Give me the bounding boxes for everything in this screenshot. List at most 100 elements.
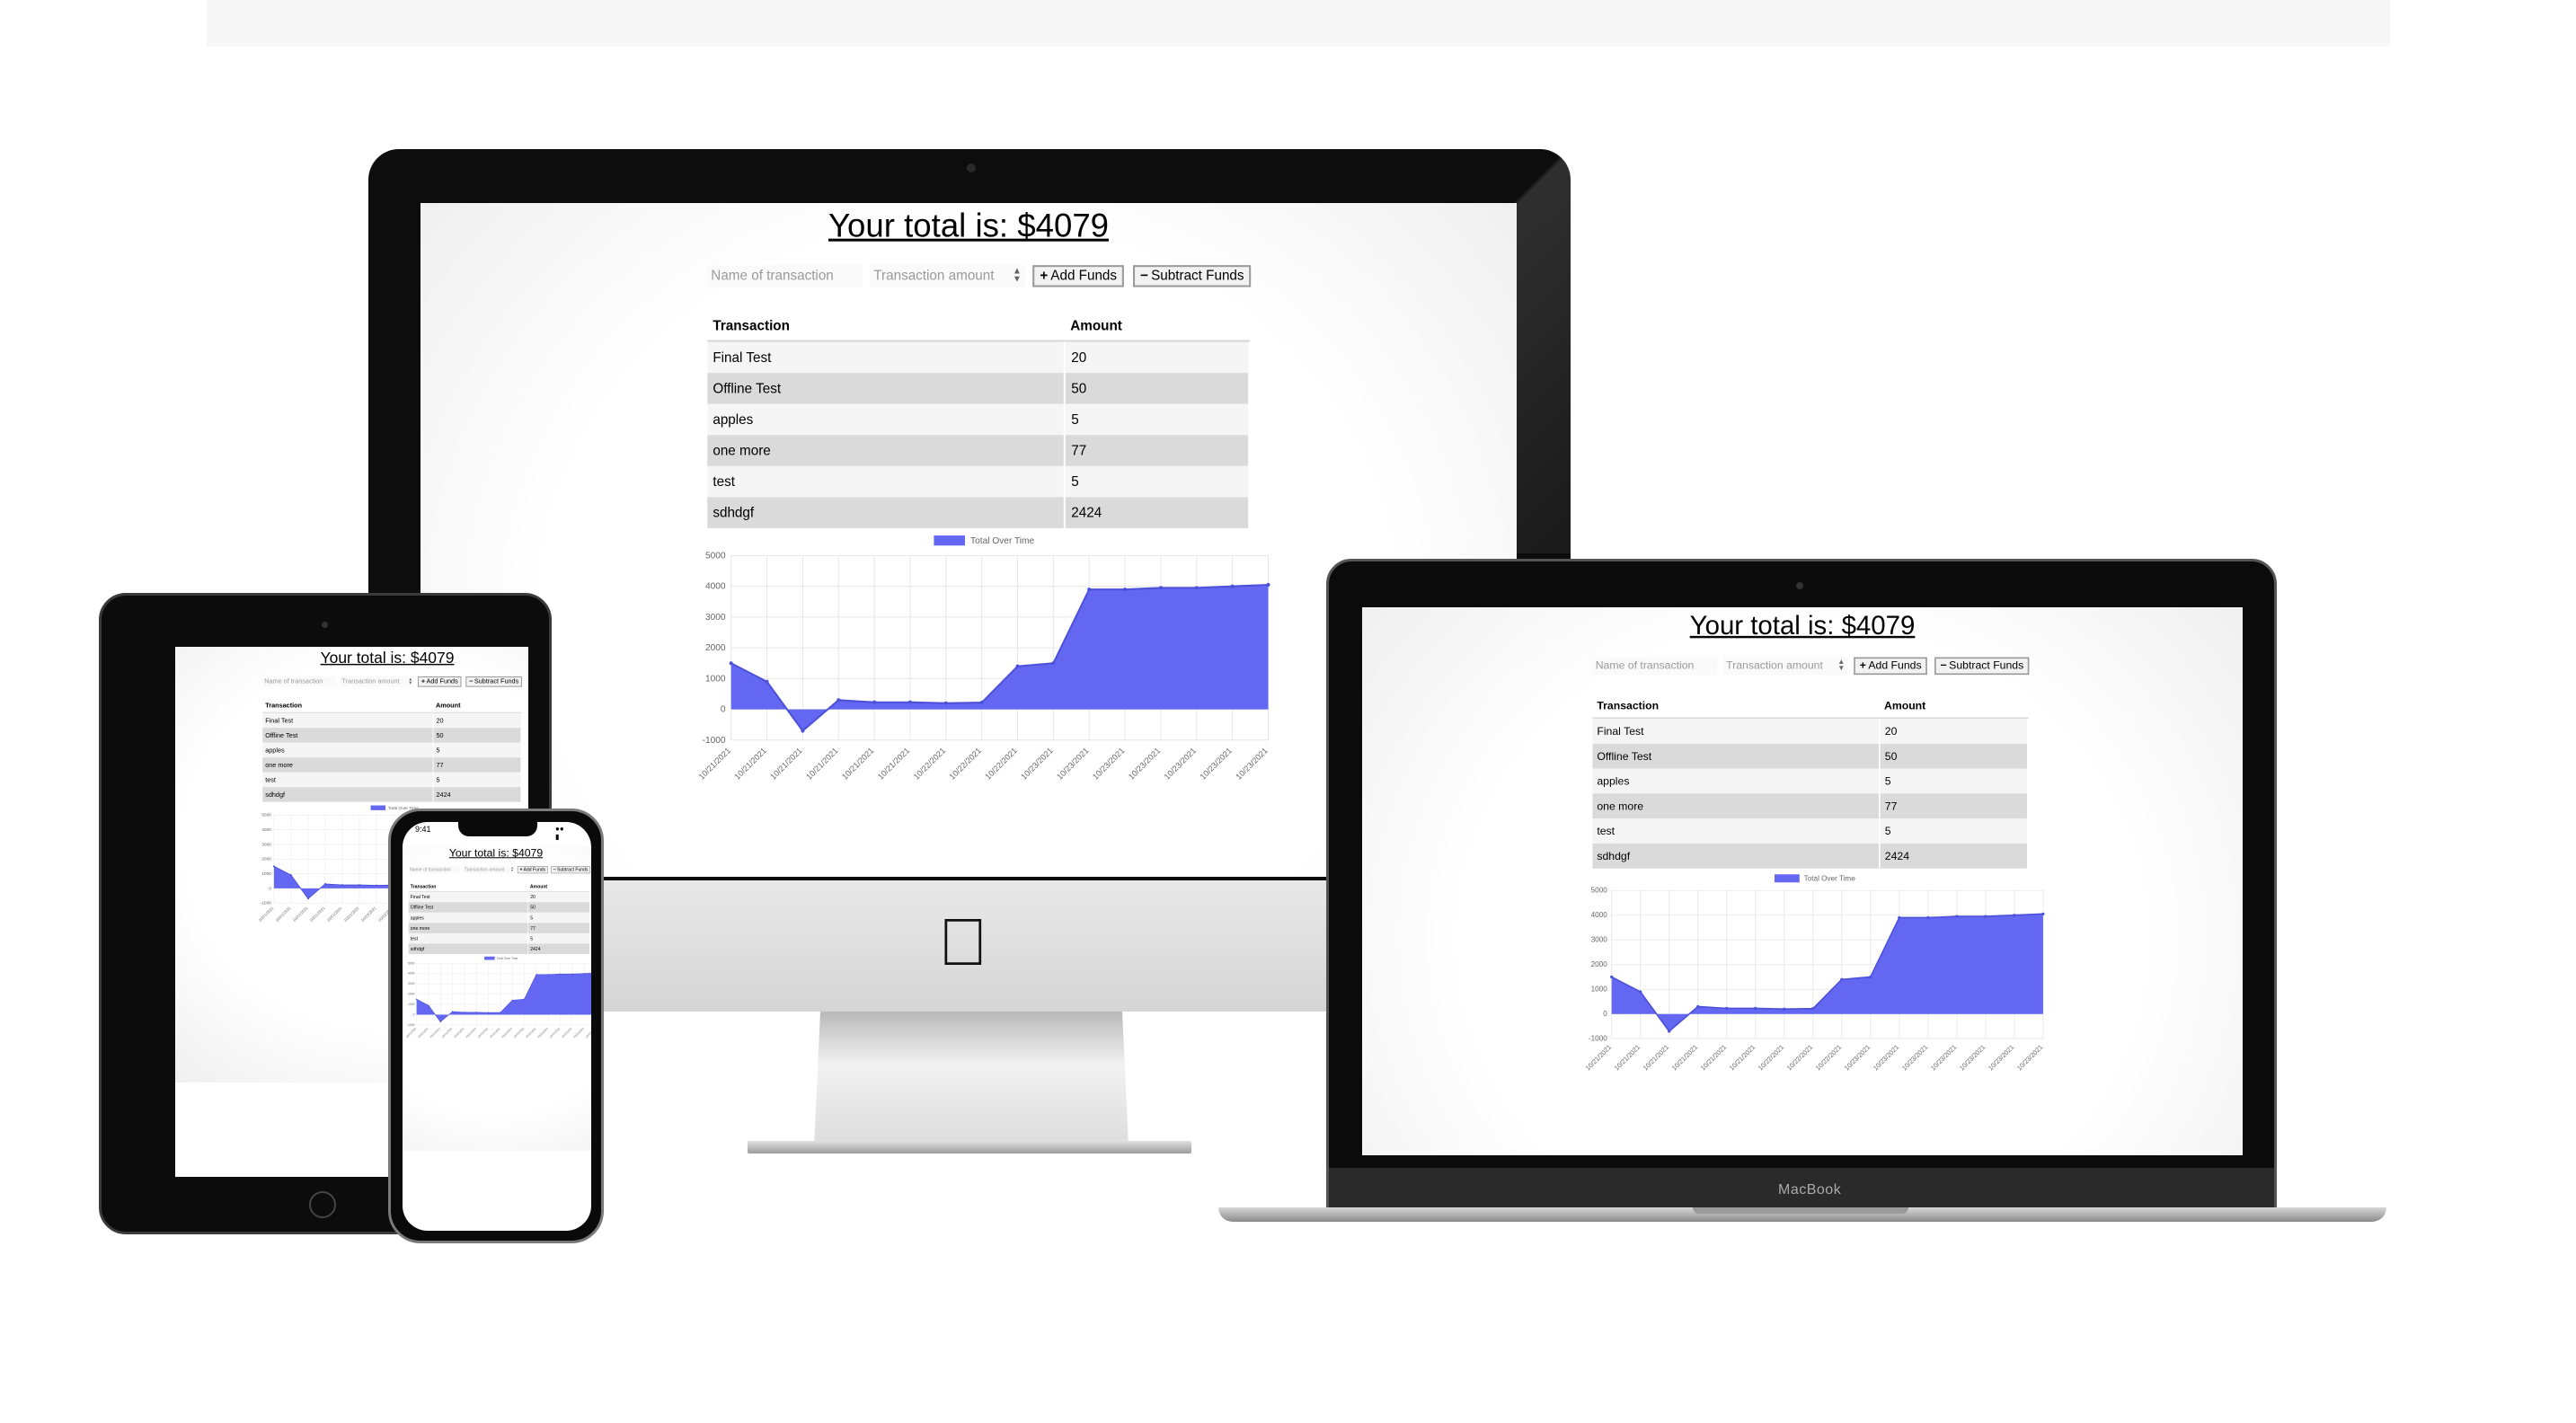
data-point[interactable] — [1230, 584, 1235, 588]
x-tick-label: 10/23/2021 — [572, 1027, 585, 1039]
total-over-time-chart: 5000 4000 3000 2000 1000 0 -1000 10/21/2021 10/2… — [1582, 870, 2045, 1090]
add-funds-button[interactable]: +Add Funds — [1854, 657, 1928, 676]
data-point[interactable] — [1926, 915, 1930, 920]
y-tick-label: 4000 — [408, 972, 415, 976]
data-point[interactable] — [428, 1004, 429, 1006]
legend-swatch[interactable] — [934, 535, 965, 546]
data-point[interactable] — [979, 701, 984, 705]
legend-swatch[interactable] — [484, 956, 495, 960]
subtract-funds-button[interactable]: −Subtract Funds — [465, 676, 523, 687]
add-funds-button[interactable]: +Add Funds — [517, 866, 548, 874]
table-row: Offline Test 50 — [1592, 743, 2029, 769]
legend-swatch[interactable] — [370, 805, 386, 810]
data-point[interactable] — [765, 679, 769, 684]
transaction-amount-cell: 2424 — [527, 943, 590, 955]
stepper-icon[interactable]: ▲ ▼ — [408, 677, 412, 685]
data-point[interactable] — [272, 865, 275, 868]
transaction-name-cell: one more — [262, 757, 434, 773]
data-point[interactable] — [547, 974, 549, 976]
transaction-amount-cell: 50 — [1065, 373, 1251, 404]
data-point[interactable] — [943, 701, 948, 705]
data-point[interactable] — [1639, 990, 1642, 994]
data-point[interactable] — [1955, 915, 1959, 918]
data-point[interactable] — [1783, 1007, 1786, 1011]
data-point[interactable] — [1158, 586, 1163, 590]
data-point[interactable] — [1194, 586, 1199, 590]
data-point[interactable] — [1984, 915, 1987, 918]
data-point[interactable] — [1811, 1007, 1815, 1011]
subtract-funds-button[interactable]: −Subtract Funds — [1133, 265, 1252, 287]
transaction-name-cell: Offline Test — [408, 902, 529, 913]
transactions-table: Transaction Amount Final Test 20 Offline T… — [262, 698, 522, 802]
transaction-name-cell: test — [408, 932, 529, 944]
data-point[interactable] — [1015, 664, 1020, 668]
data-point[interactable] — [523, 998, 526, 1000]
data-point[interactable] — [358, 884, 360, 887]
subtract-funds-button[interactable]: −Subtract Funds — [551, 866, 591, 874]
data-point[interactable] — [511, 999, 513, 1002]
data-point[interactable] — [306, 897, 309, 900]
stepper-icon[interactable]: ▲ ▼ — [510, 867, 513, 872]
legend-swatch[interactable] — [1774, 874, 1800, 883]
data-point[interactable] — [872, 700, 877, 704]
transaction-name-input[interactable]: Name of transaction — [262, 676, 337, 687]
data-point[interactable] — [1754, 1006, 1757, 1011]
x-tick-label: 10/23/2021 — [1055, 746, 1090, 781]
data-point[interactable] — [1725, 1006, 1729, 1011]
data-point[interactable] — [1696, 1004, 1700, 1009]
data-point[interactable] — [1266, 582, 1270, 587]
data-point[interactable] — [439, 1021, 441, 1023]
data-point[interactable] — [729, 661, 733, 666]
transaction-amount-input[interactable]: Transaction amount ▲ ▼ — [870, 265, 1026, 287]
data-point[interactable] — [487, 1012, 490, 1013]
transaction-amount-cell: 50 — [1880, 743, 2029, 769]
transaction-amount-cell: 20 — [433, 712, 522, 729]
transaction-amount-placeholder: Transaction amount — [464, 867, 505, 872]
plus-icon: + — [1859, 658, 1866, 672]
data-point[interactable] — [451, 1011, 454, 1012]
transaction-amount-cell: 5 — [1065, 403, 1251, 436]
transaction-amount-input[interactable]: Transaction amount ▲ ▼ — [1722, 657, 1848, 676]
data-point[interactable] — [1898, 915, 1901, 920]
add-funds-button[interactable]: +Add Funds — [417, 676, 462, 687]
transaction-amount-cell: 77 — [433, 757, 522, 773]
data-point[interactable] — [1051, 661, 1056, 666]
add-funds-label: Add Funds — [426, 677, 458, 685]
x-tick-label: 10/23/2021 — [1958, 1043, 1987, 1072]
minus-icon: − — [1140, 268, 1149, 284]
data-point[interactable] — [415, 998, 418, 1000]
transaction-name-input[interactable]: Name of transaction — [408, 866, 461, 874]
data-point[interactable] — [1869, 975, 1872, 979]
stepper-icon[interactable]: ▲ ▼ — [1013, 267, 1022, 284]
data-point[interactable] — [559, 973, 562, 975]
transaction-amount-input[interactable]: Transaction amount ▲ ▼ — [463, 866, 516, 874]
data-point[interactable] — [1123, 588, 1128, 592]
data-point[interactable] — [837, 698, 841, 703]
x-tick-label: 10/23/2021 — [585, 1027, 591, 1039]
transactions-body: Final Test 20 Offline Test 50 apples 5 one mor… — [408, 891, 590, 955]
data-point[interactable] — [1087, 588, 1092, 592]
data-point[interactable] — [801, 729, 805, 733]
stepper-icon[interactable]: ▲ ▼ — [1837, 658, 1845, 673]
data-point[interactable] — [1610, 975, 1614, 979]
data-point[interactable] — [289, 874, 292, 877]
data-point[interactable] — [2041, 912, 2045, 916]
data-point[interactable] — [907, 700, 912, 704]
minus-icon: − — [469, 677, 474, 685]
data-point[interactable] — [1668, 1030, 1671, 1033]
data-point[interactable] — [1840, 977, 1844, 981]
y-tick-label: 4000 — [261, 827, 271, 833]
data-point[interactable] — [376, 884, 377, 887]
ipad-home-button[interactable] — [309, 1191, 336, 1218]
data-point[interactable] — [323, 882, 326, 885]
transaction-amount-cell: 50 — [527, 902, 590, 913]
data-point[interactable] — [341, 884, 343, 887]
data-point[interactable] — [583, 973, 585, 975]
data-point[interactable] — [2013, 914, 2016, 917]
subtract-funds-button[interactable]: −Subtract Funds — [1934, 657, 2030, 676]
transaction-amount-input[interactable]: Transaction amount ▲ ▼ — [340, 676, 415, 687]
transaction-name-input[interactable]: Name of transaction — [707, 265, 863, 287]
add-funds-button[interactable]: +Add Funds — [1032, 265, 1125, 287]
transaction-name-input[interactable]: Name of transaction — [1592, 657, 1718, 676]
data-point[interactable] — [571, 973, 573, 975]
